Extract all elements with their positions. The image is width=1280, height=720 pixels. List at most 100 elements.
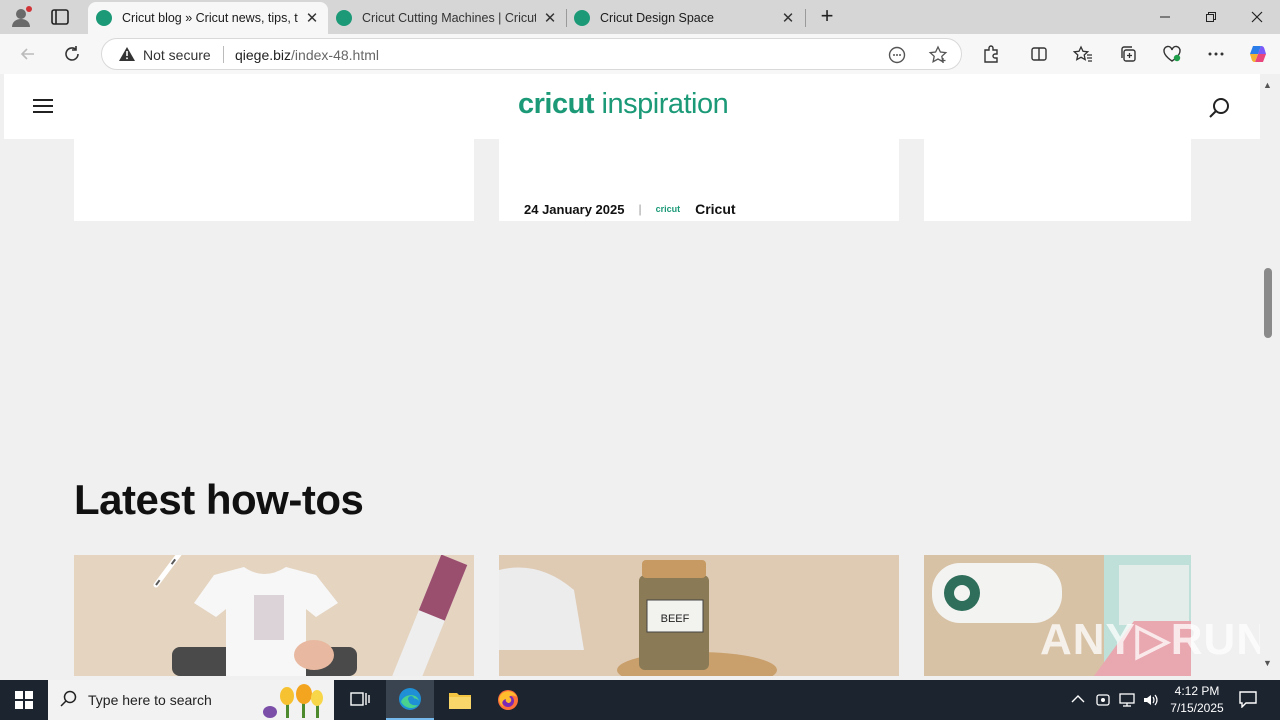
menu-hamburger-icon[interactable] xyxy=(33,99,53,113)
web-page: 24 January 2025 | cricut Cricut cricut i… xyxy=(4,74,1260,676)
cricut-favicon-icon xyxy=(336,10,352,26)
new-tab-button[interactable]: + xyxy=(815,5,839,29)
scroll-up-icon[interactable]: ▲ xyxy=(1263,80,1272,90)
taskbar-clock[interactable]: 4:12 PM 7/15/2025 xyxy=(1162,683,1232,717)
search-icon xyxy=(60,690,77,707)
author-logo: cricut xyxy=(655,204,681,214)
tshirt-image xyxy=(74,555,474,676)
volume-icon[interactable] xyxy=(1142,692,1160,711)
copilot-icon xyxy=(1250,46,1266,62)
site-header: cricut inspiration xyxy=(4,74,1260,139)
section-title: Latest how-tos xyxy=(74,476,364,523)
scrollbar-thumb[interactable] xyxy=(1264,268,1272,338)
task-view-button[interactable] xyxy=(336,680,384,720)
tab-separator xyxy=(805,9,806,27)
tab-title: Cricut Design Space xyxy=(600,11,714,25)
collections-icon xyxy=(1121,46,1136,62)
close-icon xyxy=(1251,11,1263,23)
article-meta: 24 January 2025 | cricut Cricut xyxy=(524,201,736,217)
close-window-button[interactable] xyxy=(1234,0,1280,34)
collections-button[interactable] xyxy=(1116,42,1140,66)
cricut-favicon-icon xyxy=(96,10,112,26)
favorites-button[interactable] xyxy=(1071,42,1095,66)
back-arrow-icon xyxy=(20,48,34,60)
favorites-icon xyxy=(1073,45,1092,62)
start-button[interactable] xyxy=(0,680,48,720)
copilot-button[interactable] xyxy=(1246,42,1270,66)
security-label[interactable]: Not secure xyxy=(143,47,211,63)
firefox-icon xyxy=(498,690,518,710)
extensions-button[interactable] xyxy=(979,42,1003,66)
howto-thumbnail[interactable] xyxy=(74,555,474,676)
tab-cricut-blog[interactable]: Cricut blog » Cricut news, tips, tric ✕ xyxy=(88,2,328,34)
clock-date: 7/15/2025 xyxy=(1170,701,1224,715)
howto-thumbnail[interactable]: BEEF xyxy=(499,555,899,676)
url-text[interactable]: qiege.biz/index-48.html xyxy=(235,47,379,63)
svg-text:BEEF: BEEF xyxy=(661,613,690,625)
browser-essentials-button[interactable] xyxy=(1160,42,1184,66)
address-bar[interactable]: Not secure qiege.biz/index-48.html xyxy=(101,38,962,70)
article-card[interactable] xyxy=(924,139,1191,221)
favorite-star-icon[interactable] xyxy=(928,45,948,65)
taskbar-explorer-button[interactable] xyxy=(436,680,484,720)
puzzle-icon xyxy=(984,45,998,63)
minimize-button[interactable] xyxy=(1142,0,1188,34)
tab-actions-icon[interactable] xyxy=(50,8,70,26)
edge-icon xyxy=(399,688,421,710)
article-author[interactable]: Cricut xyxy=(695,201,735,217)
browser-toolbar: Not secure qiege.biz/index-48.html xyxy=(0,34,1280,74)
tab-title: Cricut blog » Cricut news, tips, tric xyxy=(122,11,298,25)
spice-jar-image: BEEF xyxy=(499,555,899,676)
notification-icon[interactable] xyxy=(1238,690,1258,708)
cricut-favicon-icon xyxy=(574,10,590,26)
reading-mode-icon[interactable] xyxy=(887,45,907,65)
meta-separator: | xyxy=(638,202,642,216)
restore-icon xyxy=(1206,12,1216,22)
refresh-icon xyxy=(65,46,79,61)
network-icon[interactable] xyxy=(1118,692,1136,711)
taskbar-search-box[interactable]: Type here to search xyxy=(48,680,334,720)
minimize-icon xyxy=(1160,16,1170,18)
tab-title: Cricut Cutting Machines | Cricut S xyxy=(362,11,536,25)
windows-taskbar: Type here to search 4:12 PM 7/15/2025 xyxy=(0,680,1280,720)
search-icon[interactable] xyxy=(1208,96,1232,120)
address-divider xyxy=(223,46,224,63)
settings-menu-button[interactable] xyxy=(1204,42,1228,66)
browser-tab-strip: Cricut blog » Cricut news, tips, tric ✕ … xyxy=(0,0,1280,34)
article-card[interactable] xyxy=(74,139,474,221)
folder-icon xyxy=(449,693,471,709)
tab-cricut-design-space[interactable]: Cricut Design Space ✕ xyxy=(566,2,804,34)
warning-icon xyxy=(119,47,135,61)
windows-logo-icon xyxy=(15,691,33,709)
article-card[interactable]: 24 January 2025 | cricut Cricut xyxy=(499,139,899,221)
taskbar-edge-button[interactable] xyxy=(386,680,434,720)
back-button[interactable] xyxy=(16,42,40,66)
tulips-decoration-icon xyxy=(263,684,323,718)
tab-cricut-machines[interactable]: Cricut Cutting Machines | Cricut S ✕ xyxy=(328,2,566,34)
article-date: 24 January 2025 xyxy=(524,201,625,217)
page-scrollbar[interactable]: ▲ ▼ xyxy=(1260,74,1276,676)
split-screen-icon xyxy=(1031,47,1047,61)
taskbar-firefox-button[interactable] xyxy=(484,680,532,720)
close-tab-icon[interactable]: ✕ xyxy=(542,9,558,27)
anyrun-watermark: ANY▷RUN xyxy=(1040,615,1260,664)
logo-cricut: cricut xyxy=(518,88,594,120)
split-screen-button[interactable] xyxy=(1027,42,1051,66)
clock-time: 4:12 PM xyxy=(1174,684,1220,698)
url-path: /index-48.html xyxy=(291,47,379,63)
restore-button[interactable] xyxy=(1188,0,1234,34)
refresh-button[interactable] xyxy=(60,42,84,66)
more-dots-icon xyxy=(1208,52,1224,56)
task-view-icon xyxy=(350,692,370,706)
site-logo[interactable]: cricut inspiration xyxy=(518,88,729,121)
close-tab-icon[interactable]: ✕ xyxy=(304,9,320,27)
logo-inspiration: inspiration xyxy=(601,88,729,120)
scroll-down-icon[interactable]: ▼ xyxy=(1263,658,1272,668)
tray-chevron-icon[interactable] xyxy=(1071,692,1085,707)
heart-pulse-icon xyxy=(1163,45,1181,62)
meet-now-icon[interactable] xyxy=(1095,692,1111,711)
profile-icon[interactable] xyxy=(10,6,32,28)
url-host: qiege.biz xyxy=(235,47,292,63)
search-placeholder: Type here to search xyxy=(88,692,212,708)
close-tab-icon[interactable]: ✕ xyxy=(780,9,796,27)
